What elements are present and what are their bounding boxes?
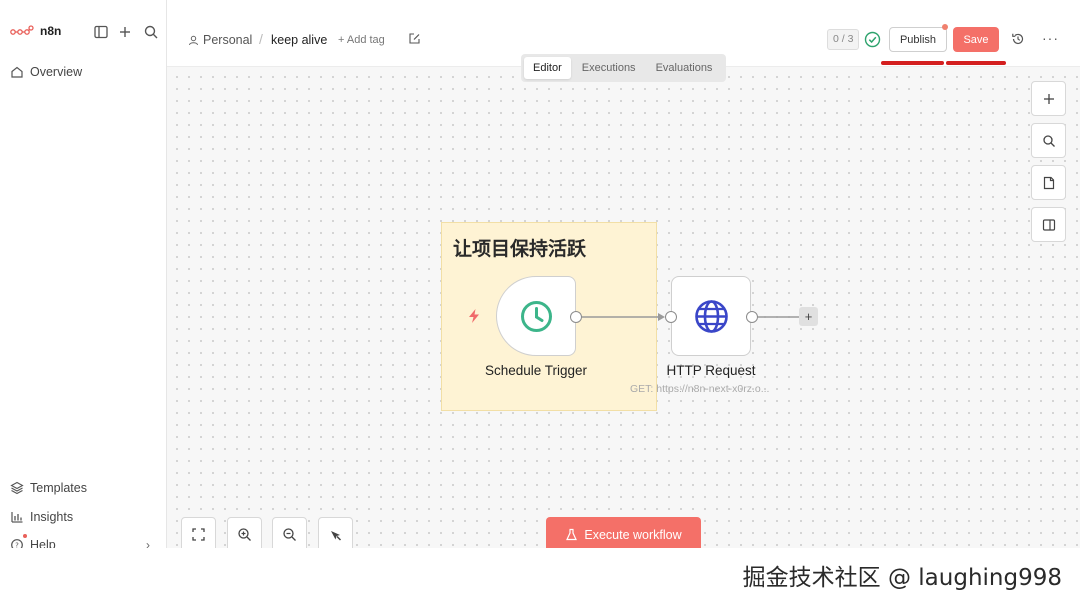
annotation-underline-publish bbox=[881, 61, 944, 65]
breadcrumb-separator: / bbox=[259, 31, 263, 47]
sidebar-toggle-icon[interactable] bbox=[93, 24, 109, 40]
fit-view-icon bbox=[192, 528, 205, 541]
flask-icon bbox=[566, 528, 578, 541]
save-button[interactable]: Save bbox=[953, 27, 999, 52]
edit-icon[interactable] bbox=[408, 32, 421, 45]
sidebar-item-insights[interactable]: Insights bbox=[10, 510, 73, 524]
zoom-out-button[interactable] bbox=[272, 517, 307, 552]
broom-icon bbox=[331, 531, 342, 541]
clock-icon bbox=[521, 301, 552, 332]
add-node-panel-button[interactable] bbox=[1031, 81, 1066, 116]
tidy-up-button[interactable] bbox=[318, 517, 353, 552]
execute-workflow-label: Execute workflow bbox=[584, 527, 682, 542]
publish-notification-dot bbox=[942, 24, 948, 30]
templates-icon bbox=[10, 481, 24, 495]
n8n-logo-icon bbox=[10, 25, 34, 35]
history-icon[interactable] bbox=[1011, 32, 1025, 46]
input-handle[interactable] bbox=[665, 311, 677, 323]
workflow-name[interactable]: keep alive bbox=[271, 33, 327, 47]
sidebar-item-label: Overview bbox=[30, 65, 83, 79]
app-name: n8n bbox=[40, 24, 62, 38]
publish-counter: 0 / 3 bbox=[827, 29, 860, 50]
tab-executions[interactable]: Executions bbox=[573, 57, 645, 79]
zoom-in-button[interactable] bbox=[227, 517, 262, 552]
sidebar-item-label: Insights bbox=[30, 510, 74, 524]
output-handle[interactable] bbox=[746, 311, 758, 323]
panel-icon bbox=[1042, 218, 1055, 231]
zoom-out-icon bbox=[283, 528, 296, 541]
node-subtitle-http-request: GET: https://n8n-next-x0rz.o... bbox=[630, 383, 770, 395]
trigger-bolt-icon bbox=[469, 309, 479, 323]
plus-icon bbox=[1043, 93, 1054, 104]
watermark: 掘金技术社区 @ laughing998 bbox=[742, 565, 1062, 591]
annotation-underline-save bbox=[946, 61, 1006, 65]
output-handle[interactable] bbox=[570, 311, 582, 323]
user-icon bbox=[189, 35, 198, 45]
add-tag-button[interactable]: + Add tag bbox=[338, 34, 385, 46]
search-icon[interactable] bbox=[143, 24, 159, 40]
side-panel-button[interactable] bbox=[1031, 207, 1066, 242]
zoom-in-icon bbox=[238, 528, 251, 541]
sidebar-item-templates[interactable]: Templates bbox=[10, 481, 87, 495]
view-tabs: Editor Executions Evaluations bbox=[521, 54, 726, 82]
node-schedule-trigger[interactable] bbox=[496, 276, 576, 356]
node-label-http-request: HTTP Request bbox=[666, 363, 756, 378]
sidebar: n8n Overview Templates Insights ? Help › bbox=[0, 0, 167, 552]
home-icon bbox=[11, 66, 23, 78]
n8n-logo[interactable]: n8n bbox=[10, 24, 61, 38]
tab-editor[interactable]: Editor bbox=[524, 57, 571, 79]
execute-workflow-button[interactable]: Execute workflow bbox=[546, 517, 701, 552]
add-next-node-button[interactable]: + bbox=[799, 307, 818, 326]
sticky-note-button[interactable] bbox=[1031, 165, 1066, 200]
node-label-schedule-trigger: Schedule Trigger bbox=[484, 363, 588, 378]
check-circle-icon bbox=[864, 31, 881, 48]
fit-view-button[interactable] bbox=[181, 517, 216, 552]
node-http-request[interactable] bbox=[671, 276, 751, 356]
project-name: Personal bbox=[203, 33, 253, 47]
breadcrumb-project[interactable]: Personal bbox=[188, 33, 252, 47]
bar-chart-icon bbox=[11, 512, 23, 523]
canvas-search-button[interactable] bbox=[1031, 123, 1066, 158]
sidebar-item-overview[interactable]: Overview bbox=[10, 65, 82, 79]
tab-evaluations[interactable]: Evaluations bbox=[647, 57, 722, 79]
note-icon bbox=[1043, 176, 1054, 189]
more-options-icon[interactable]: ··· bbox=[1042, 30, 1059, 46]
publish-button[interactable]: Publish bbox=[889, 27, 947, 52]
sticky-note-text: 让项目保持活跃 bbox=[453, 238, 587, 260]
globe-icon bbox=[695, 300, 728, 333]
plus-icon[interactable] bbox=[117, 24, 133, 40]
help-notification-dot bbox=[23, 534, 27, 538]
sidebar-item-label: Templates bbox=[30, 481, 87, 495]
search-icon bbox=[1042, 134, 1055, 147]
